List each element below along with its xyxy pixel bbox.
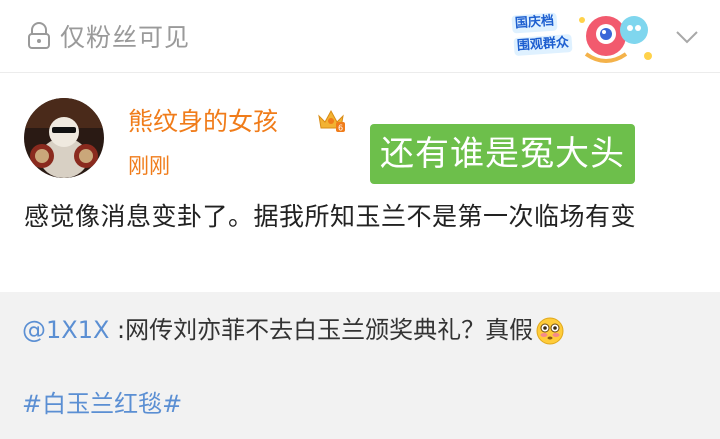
username[interactable]: 熊纹身的女孩 xyxy=(128,102,278,138)
repost-content: :网传刘亦菲不去白玉兰颁奖典礼？真假 xyxy=(109,316,534,344)
hashtag-link[interactable]: #白玉兰红毯# xyxy=(22,386,182,422)
overlay-caption: 还有谁是冤大头 xyxy=(370,124,635,184)
avatar-image xyxy=(24,98,104,178)
mention-link[interactable]: @1X1X xyxy=(22,316,109,344)
flushed-emoji-icon xyxy=(536,317,564,345)
divider xyxy=(0,72,720,73)
crown-badge-icon: 6 xyxy=(318,109,345,133)
visibility-indicator[interactable]: 仅粉丝可见 xyxy=(24,18,190,54)
post-body-text: 感觉像消息变卦了。据我所知玉兰不是第一次临场有变 xyxy=(24,202,637,231)
repost-text: @1X1X :网传刘亦菲不去白玉兰颁奖典礼？真假 xyxy=(22,312,565,348)
visibility-label: 仅粉丝可见 xyxy=(60,23,191,52)
chevron-down-icon[interactable] xyxy=(672,22,702,52)
badge-text-1: 国庆档 xyxy=(511,12,558,34)
event-badge-sticker[interactable]: 国庆档 围观群众 xyxy=(508,6,658,72)
svg-text:6: 6 xyxy=(338,124,343,133)
post-timestamp: 刚刚 xyxy=(128,154,170,178)
lock-icon xyxy=(28,22,50,49)
avatar[interactable] xyxy=(24,98,104,178)
